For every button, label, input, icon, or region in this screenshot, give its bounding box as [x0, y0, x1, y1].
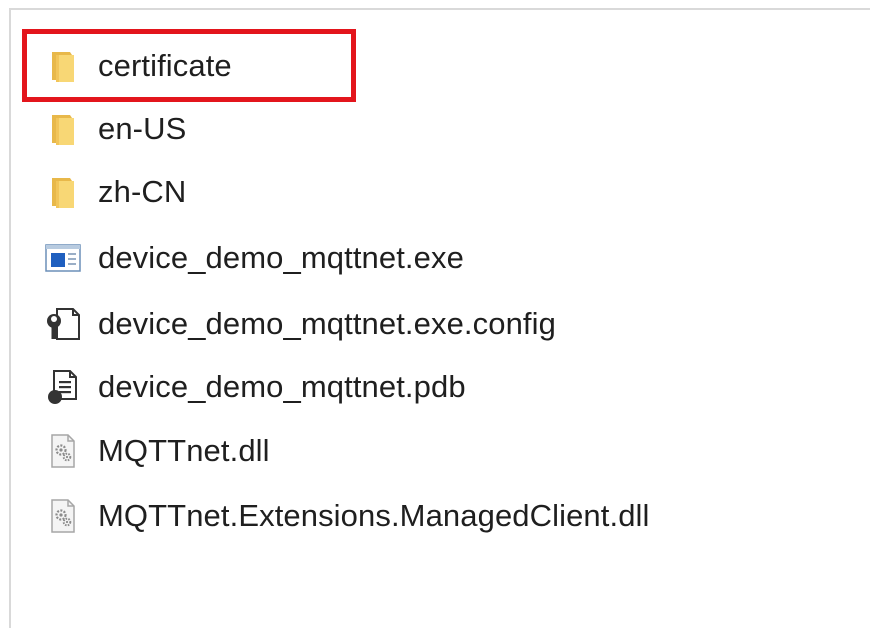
highlight-box — [22, 29, 356, 102]
file-item-device-demo-exe[interactable]: device_demo_mqttnet.exe — [44, 232, 804, 284]
config-file-icon — [44, 305, 82, 343]
file-item-zh-cn[interactable]: zh-CN — [44, 166, 804, 218]
file-name: device_demo_mqttnet.exe.config — [98, 306, 556, 341]
file-item-device-demo-exe-config[interactable]: device_demo_mqttnet.exe.config — [44, 298, 804, 350]
dll-file-icon — [44, 497, 82, 535]
file-item-en-us[interactable]: en-US — [44, 103, 804, 155]
file-name: MQTTnet.dll — [98, 433, 270, 468]
file-name: zh-CN — [98, 174, 187, 209]
file-name: MQTTnet.Extensions.ManagedClient.dll — [98, 498, 650, 533]
file-item-mqttnet-extensions-managedclient-dll[interactable]: MQTTnet.Extensions.ManagedClient.dll — [44, 490, 804, 542]
file-name: device_demo_mqttnet.pdb — [98, 369, 466, 404]
folder-icon — [44, 173, 82, 211]
file-item-mqttnet-dll[interactable]: MQTTnet.dll — [44, 425, 804, 477]
dll-file-icon — [44, 432, 82, 470]
file-item-device-demo-pdb[interactable]: device_demo_mqttnet.pdb — [44, 361, 804, 413]
file-name: device_demo_mqttnet.exe — [98, 240, 464, 275]
exe-app-icon — [44, 239, 82, 277]
pdb-file-icon — [44, 368, 82, 406]
folder-icon — [44, 110, 82, 148]
file-name: en-US — [98, 111, 187, 146]
